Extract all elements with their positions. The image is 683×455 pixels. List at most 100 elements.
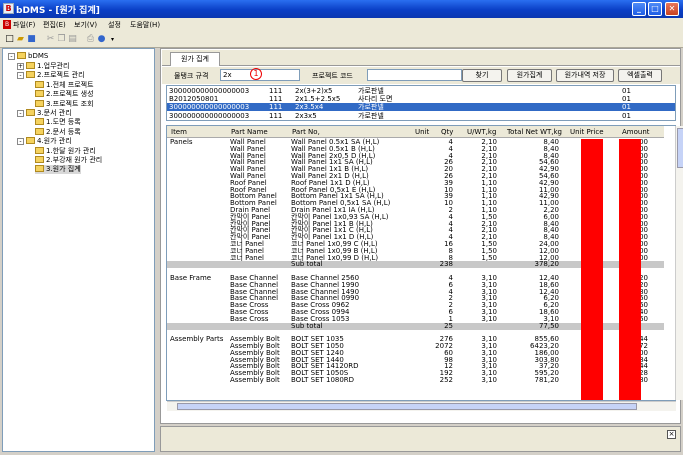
cut-icon[interactable]: ✂ [45, 34, 56, 45]
tree-item[interactable]: 3.프로젝트 조회 [35, 99, 94, 109]
tree-item[interactable]: 3.문서 관리 [26, 109, 72, 118]
doc-icon: B [3, 20, 11, 29]
cell-qty: 252 [439, 376, 453, 384]
menu-bar: B 파일(F) 편집(E) 보기(V) 설정 도움말(H) [0, 18, 683, 32]
paste-icon[interactable]: ▤ [67, 34, 78, 45]
tree-item-label: 1.한달 원가 관리 [46, 146, 96, 155]
filter-bar: 물탱크 규격 2x 프로젝트 코드 찾기 원가집계 원가내역 저장 엑셀출력 [162, 67, 680, 84]
maximize-button[interactable]: □ [648, 2, 662, 16]
col-uwt[interactable]: U/WT,kg [467, 128, 496, 136]
tree-item[interactable]: 1.전체 프로젝트 [35, 80, 94, 90]
col-unit[interactable]: Unit [415, 128, 429, 136]
grid-hscroll[interactable] [167, 401, 676, 411]
tab-cost-summary[interactable]: 원가 집계 [170, 52, 220, 66]
project-row[interactable]: 300000000000000003 111 2x(3+2)x5 가로판넬 01 [167, 87, 675, 95]
tree-toggle-icon[interactable]: - [17, 138, 24, 146]
project-row[interactable]: B2012050801 111 2x1.5+2.5x5 사다리 도면 01 [167, 95, 675, 103]
print-icon[interactable]: ⎙ [85, 34, 96, 45]
project-code-input[interactable] [367, 69, 462, 81]
menu-help[interactable]: 도움말(H) [130, 20, 160, 30]
project-row[interactable]: 300000000000000003 111 2x3x5 가로판넬 01 [167, 112, 675, 120]
col-item[interactable]: Item [171, 128, 187, 136]
tree-item[interactable]: 3.원가 집계 [35, 165, 81, 175]
cell-name: Assembly Bolt [230, 376, 280, 384]
project-row[interactable]: 300000000000000003 111 2x3.5x4 가로판넬 01 [167, 103, 675, 112]
project-cell-spec: 2x(3+2)x5 [295, 87, 333, 95]
col-qty[interactable]: Qty [441, 128, 453, 136]
project-cell-name: 가로판넬 [358, 111, 384, 120]
folder-icon [35, 80, 44, 88]
folder-icon [17, 52, 26, 59]
copy-icon[interactable]: ❐ [56, 34, 67, 45]
tree-item[interactable]: 1.한달 원가 관리 [35, 146, 96, 156]
excel-export-button[interactable]: 엑셀출력 [618, 69, 662, 82]
tree-toggle-icon[interactable]: - [17, 110, 24, 117]
cost-sum-button[interactable]: 원가집계 [507, 69, 552, 82]
tree-item[interactable]: 1.업무관리 [26, 62, 69, 71]
project-cell-v: 01 [622, 95, 631, 104]
menu-settings[interactable]: 설정 [108, 20, 121, 30]
tree-item[interactable]: 2.부강재 원가 관리 [35, 156, 102, 165]
tree-toggle-icon[interactable]: - [17, 72, 24, 80]
tree-item-label: 3.원가 집계 [46, 165, 81, 174]
redacted-amount [619, 139, 641, 400]
tree-item[interactable]: 2.프로젝트 생성 [35, 90, 94, 99]
app-icon: B [3, 3, 14, 14]
tab-row: 원가 집계 [162, 50, 680, 66]
folder-icon [35, 156, 44, 163]
menu-file[interactable]: 파일(F) [13, 20, 35, 30]
project-cell-v: 01 [622, 111, 631, 120]
close-panel-icon[interactable]: × [667, 430, 676, 439]
folder-icon [35, 90, 44, 98]
chevron-down-icon[interactable]: ▾ [107, 34, 118, 45]
tree-toggle-icon[interactable]: + [17, 63, 24, 70]
hscroll-thumb[interactable] [177, 403, 637, 410]
folder-icon [26, 137, 35, 145]
col-part-name[interactable]: Part Name [231, 128, 268, 136]
grid-vscroll[interactable] [675, 126, 683, 400]
open-icon[interactable]: ▰ [15, 34, 26, 45]
tree-item-label: 3.문서 관리 [37, 109, 72, 117]
col-amount[interactable]: Amount [622, 128, 650, 136]
project-list[interactable]: 300000000000000003 111 2x(3+2)x5 가로판넬 01 B201… [166, 85, 676, 121]
project-cell-name: 사다리 도면 [358, 95, 393, 104]
new-icon[interactable]: □ [4, 34, 15, 45]
minimize-button[interactable]: _ [632, 2, 646, 16]
menu-view[interactable]: 보기(V) [74, 20, 97, 30]
folder-icon [26, 62, 35, 69]
project-cell-name: 가로판넬 [358, 103, 384, 112]
tree-item[interactable]: 4.원가 관리 [26, 137, 72, 146]
col-total-wt[interactable]: Total Net WT,kg [507, 128, 562, 136]
cell-uwt: 3,10 [481, 376, 497, 384]
col-unit-price[interactable]: Unit Price [570, 128, 604, 136]
vscroll-thumb[interactable] [677, 128, 683, 168]
help-icon[interactable]: ● [96, 34, 107, 45]
project-cell-n: 111 [269, 95, 283, 104]
tree-item[interactable]: 2.프로젝트 관리 [26, 71, 85, 80]
find-button[interactable]: 찾기 [462, 69, 502, 82]
project-cell-v: 01 [622, 103, 631, 112]
cell-twt: 781,20 [534, 376, 560, 384]
tree-root[interactable]: bDMS [17, 52, 48, 61]
window-title: bDMS - [원가 집계] [16, 6, 100, 16]
tree-item-label: 1.도면 등록 [46, 118, 81, 127]
folder-icon [35, 118, 44, 126]
collapse-icon[interactable]: - [8, 53, 15, 60]
project-cell-code: 300000000000000003 [169, 111, 250, 120]
close-button[interactable]: ✕ [665, 2, 679, 16]
tree-item-label: 1.전체 프로젝트 [46, 80, 94, 89]
project-cell-spec: 2x1.5+2.5x5 [295, 95, 341, 104]
tree-item-label: 4.원가 관리 [37, 137, 72, 146]
save-detail-button[interactable]: 원가내역 저장 [556, 69, 614, 82]
tree-item[interactable]: 1.도면 등록 [35, 118, 81, 127]
grid-header: Item Part Name Part No, Unit Qty U/WT,kg… [167, 126, 664, 138]
save-icon[interactable]: ■ [26, 34, 37, 45]
redacted-unit-price [581, 139, 603, 400]
tree-root-label: bDMS [28, 52, 49, 60]
tree-item[interactable]: 2.문서 등록 [35, 127, 81, 137]
menu-edit[interactable]: 편집(E) [43, 20, 66, 30]
title-bar: B bDMS - [원가 집계] _ □ ✕ [0, 0, 683, 18]
col-part-no[interactable]: Part No, [292, 128, 320, 136]
project-code-label: 프로젝트 코드 [312, 72, 353, 80]
folder-icon [35, 165, 44, 173]
